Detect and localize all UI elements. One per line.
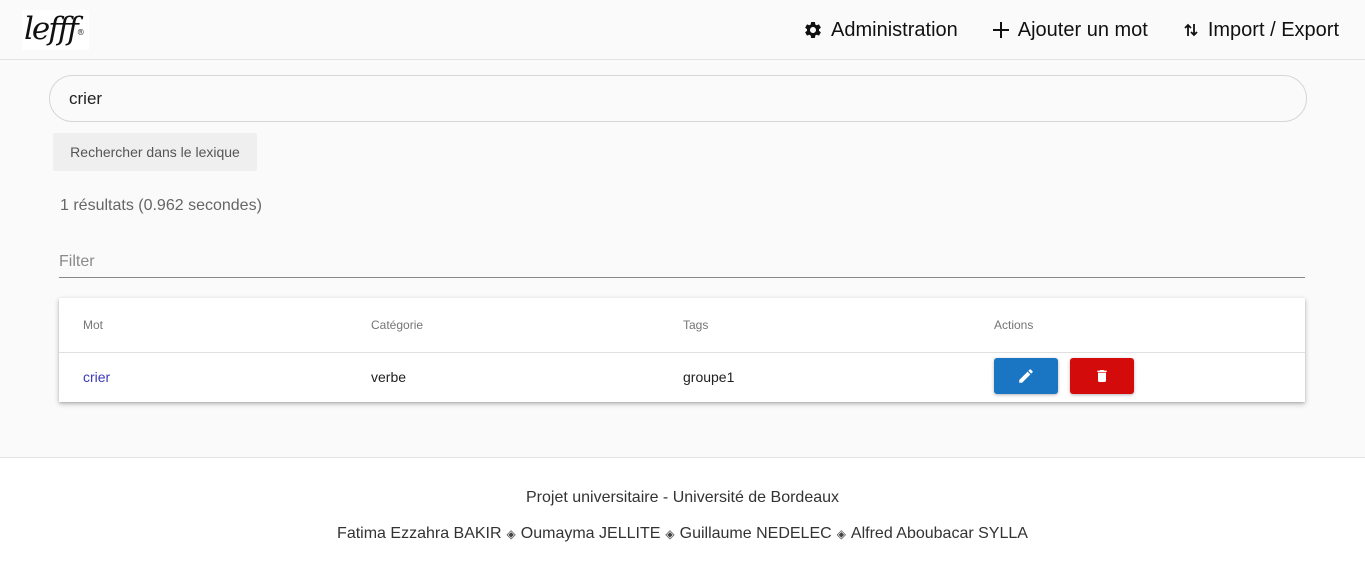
footer-project-line: Projet universitaire - Université de Bor… — [525, 489, 840, 506]
author-name: Guillaume NEDELEC — [679, 525, 832, 542]
separator-glyph: ◈ — [665, 527, 675, 541]
table-row: crier verbe groupe1 — [59, 354, 1305, 402]
tags-cell: groupe1 — [683, 369, 735, 385]
results-table: Mot Catégorie Tags Actions crier verbe g… — [59, 298, 1305, 402]
search-input[interactable] — [49, 75, 1307, 122]
registered-mark: ® — [76, 28, 85, 37]
plus-icon — [992, 21, 1010, 39]
column-header-actions: Actions — [994, 318, 1034, 332]
column-header-tags: Tags — [683, 318, 709, 332]
author-name: Fatima Ezzahra BAKIR — [337, 525, 502, 542]
column-header-categorie: Catégorie — [371, 318, 424, 332]
filter-input[interactable] — [59, 247, 1305, 278]
nav-import-export[interactable]: Import / Export — [1182, 15, 1339, 45]
pencil-icon — [1019, 369, 1033, 383]
nav-administration-label: Administration — [831, 18, 958, 41]
search-lexicon-button[interactable]: Rechercher dans le lexique — [53, 133, 257, 171]
footer-authors-line: Fatima Ezzahra BAKIR ◈ Oumayma JELLITE ◈ Gui… — [0, 525, 1365, 543]
logo-text: lefff — [24, 11, 79, 47]
footer: Projet universitaire - Université de Bor… — [0, 457, 1365, 561]
nav-import-export-label: Import / Export — [1207, 18, 1339, 41]
trash-icon — [1097, 370, 1107, 382]
result-count: 1 résultats (0.962 secondes) — [60, 197, 262, 214]
gear-icon — [803, 20, 823, 40]
separator-glyph: ◈ — [506, 527, 516, 541]
delete-button[interactable] — [1070, 358, 1134, 394]
lefff-logo[interactable]: lefff® — [22, 10, 89, 50]
nav-add-word[interactable]: Ajouter un mot — [992, 15, 1148, 45]
word-link[interactable]: crier — [83, 369, 110, 385]
top-app-bar: lefff® Administration Ajouter un mot Imp… — [0, 0, 1365, 60]
author-name: Alfred Aboubacar SYLLA — [850, 525, 1028, 542]
author-name: Oumayma JELLITE — [520, 525, 661, 542]
swap-vertical-icon — [1182, 21, 1200, 39]
table-header-row: Mot Catégorie Tags Actions — [59, 298, 1305, 353]
nav-administration[interactable]: Administration — [803, 15, 958, 45]
category-cell: verbe — [371, 369, 407, 385]
column-header-mot: Mot — [83, 318, 104, 332]
separator-glyph: ◈ — [836, 527, 846, 541]
edit-button[interactable] — [994, 358, 1058, 394]
nav-add-word-label: Ajouter un mot — [1017, 18, 1148, 41]
top-nav: Administration Ajouter un mot Import / E… — [769, 15, 1339, 45]
